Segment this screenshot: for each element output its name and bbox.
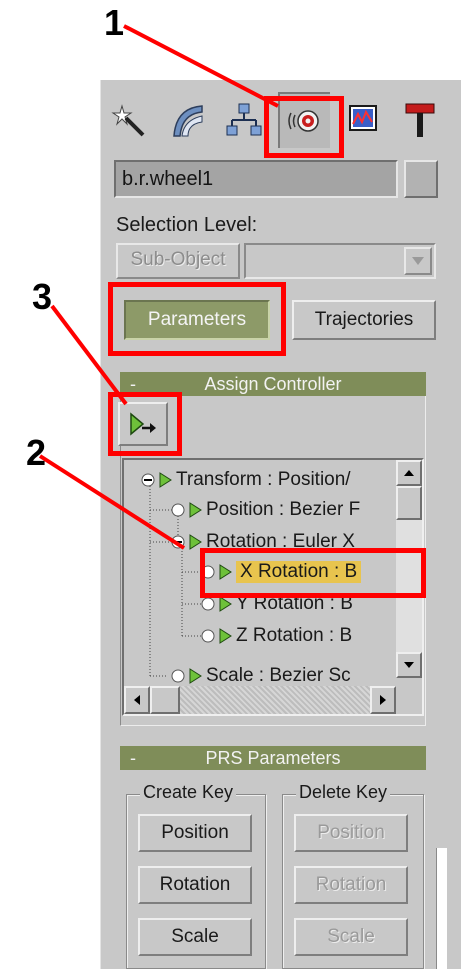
wand-icon — [111, 104, 145, 137]
chevron-down-icon — [412, 257, 424, 265]
scroll-down-button[interactable] — [396, 652, 422, 678]
prs-parameters-header[interactable]: - PRS Parameters — [120, 746, 426, 770]
object-name-field[interactable]: b.r.wheel1 — [114, 160, 398, 198]
delete-position-key-button[interactable]: Position — [294, 814, 408, 852]
modify-arc-icon — [173, 105, 203, 137]
trajectories-button[interactable]: Trajectories — [292, 300, 436, 340]
create-tab[interactable] — [104, 92, 156, 148]
delete-scale-key-button[interactable]: Scale — [294, 918, 408, 956]
create-key-title: Create Key — [140, 782, 237, 803]
tree-item-z-rotation[interactable]: Z Rotation : B — [218, 621, 352, 651]
create-scale-key-button[interactable]: Scale — [138, 918, 252, 956]
scroll-up-button[interactable] — [396, 460, 422, 486]
hierarchy-tab[interactable] — [218, 92, 270, 148]
delete-key-title: Delete Key — [296, 782, 391, 803]
sub-object-button[interactable]: Sub-Object — [116, 243, 240, 279]
create-position-key-button[interactable]: Position — [138, 814, 252, 852]
tree-item-position[interactable]: Position : Bezier F — [188, 495, 360, 525]
highlight-parameters — [108, 282, 286, 356]
annotation-number-3: 3 — [32, 276, 53, 317]
annotation-number-1: 1 — [104, 2, 125, 43]
dropdown-arrow[interactable] — [404, 247, 432, 275]
tree-item-transform[interactable]: Transform : Position/ — [158, 465, 351, 495]
tree-horizontal-scrollbar[interactable] — [124, 686, 396, 714]
highlight-x-rotation — [200, 548, 426, 598]
prs-parameters-title: PRS Parameters — [205, 748, 341, 768]
controller-icon — [219, 628, 232, 644]
annotation-number-2: 2 — [26, 432, 47, 473]
highlight-motion-tab — [264, 96, 344, 158]
delete-rotation-key-button[interactable]: Rotation — [294, 866, 408, 904]
h-scroll-thumb[interactable] — [150, 686, 180, 714]
arrow-right-icon — [380, 695, 386, 705]
scroll-thumb[interactable] — [396, 486, 422, 520]
highlight-assign-button — [108, 392, 182, 456]
controller-icon — [219, 596, 232, 612]
hammer-icon — [405, 103, 435, 137]
scroll-left-button[interactable] — [124, 686, 150, 714]
modify-tab[interactable] — [162, 92, 214, 148]
arrow-left-icon — [134, 695, 140, 705]
arrow-up-icon — [404, 470, 414, 476]
create-rotation-key-button[interactable]: Rotation — [138, 866, 252, 904]
controller-icon — [159, 472, 172, 488]
display-tab[interactable] — [338, 92, 390, 148]
selection-level-label: Selection Level: — [116, 214, 258, 236]
object-color-swatch[interactable] — [404, 160, 438, 198]
display-icon — [349, 105, 377, 131]
controller-icon — [189, 668, 202, 684]
arrow-down-icon — [404, 662, 414, 668]
hierarchy-icon — [226, 103, 262, 136]
controller-icon — [189, 502, 202, 518]
scroll-right-button[interactable] — [370, 686, 396, 714]
utilities-tab[interactable] — [394, 92, 446, 148]
panel-scrollbar[interactable] — [436, 848, 447, 969]
